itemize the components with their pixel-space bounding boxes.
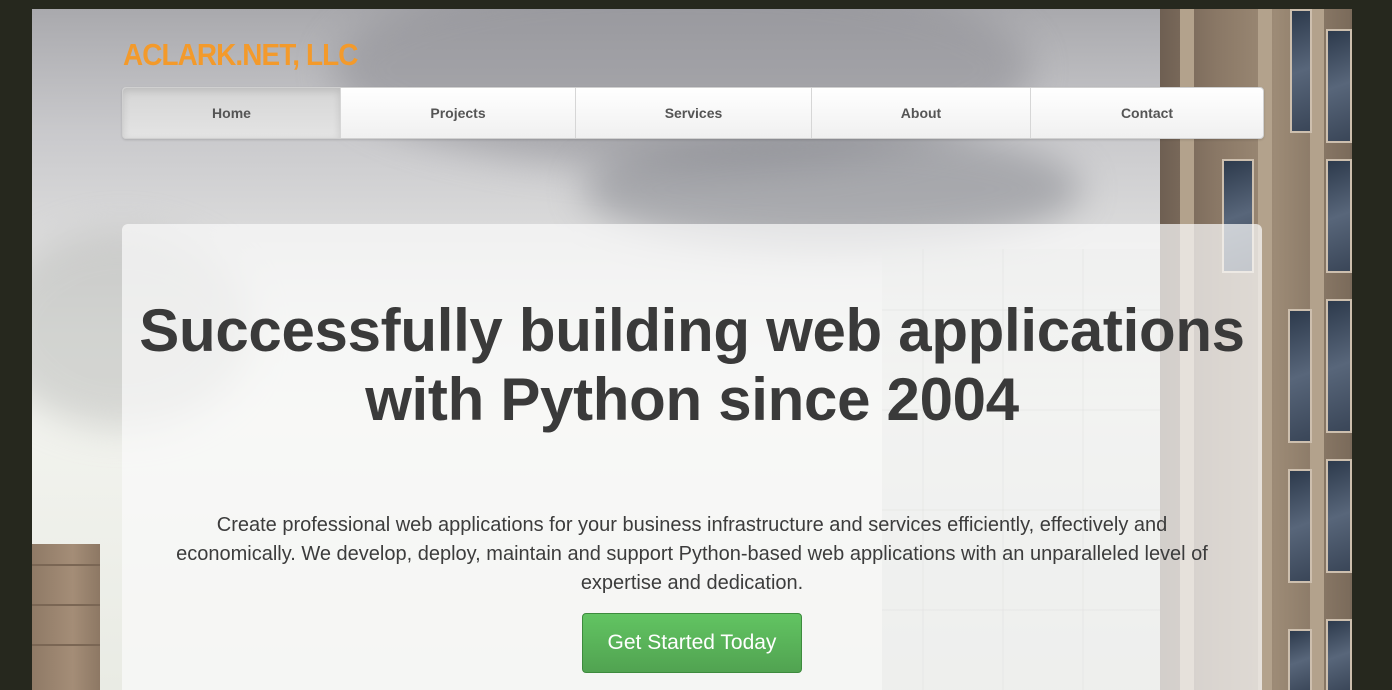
nav-item-home[interactable]: Home	[123, 88, 341, 138]
site-logo[interactable]: ACLARK.NET, LLC	[123, 37, 358, 73]
nav-item-about[interactable]: About	[812, 88, 1031, 138]
hero-lead-text: Create professional web applications for…	[176, 514, 1208, 594]
hero-headline: Successfully building web applications w…	[139, 297, 1245, 433]
background-building-left	[32, 544, 100, 690]
main-navbar: Home Projects Services About Contact	[122, 87, 1264, 139]
page: ACLARK.NET, LLC Home Projects Services A…	[32, 9, 1352, 690]
nav-item-contact[interactable]: Contact	[1031, 88, 1263, 138]
get-started-button[interactable]: Get Started Today	[582, 613, 802, 673]
hero-jumbotron: Successfully building web applications w…	[122, 224, 1262, 690]
nav-item-projects[interactable]: Projects	[341, 88, 576, 138]
nav-item-services[interactable]: Services	[576, 88, 812, 138]
